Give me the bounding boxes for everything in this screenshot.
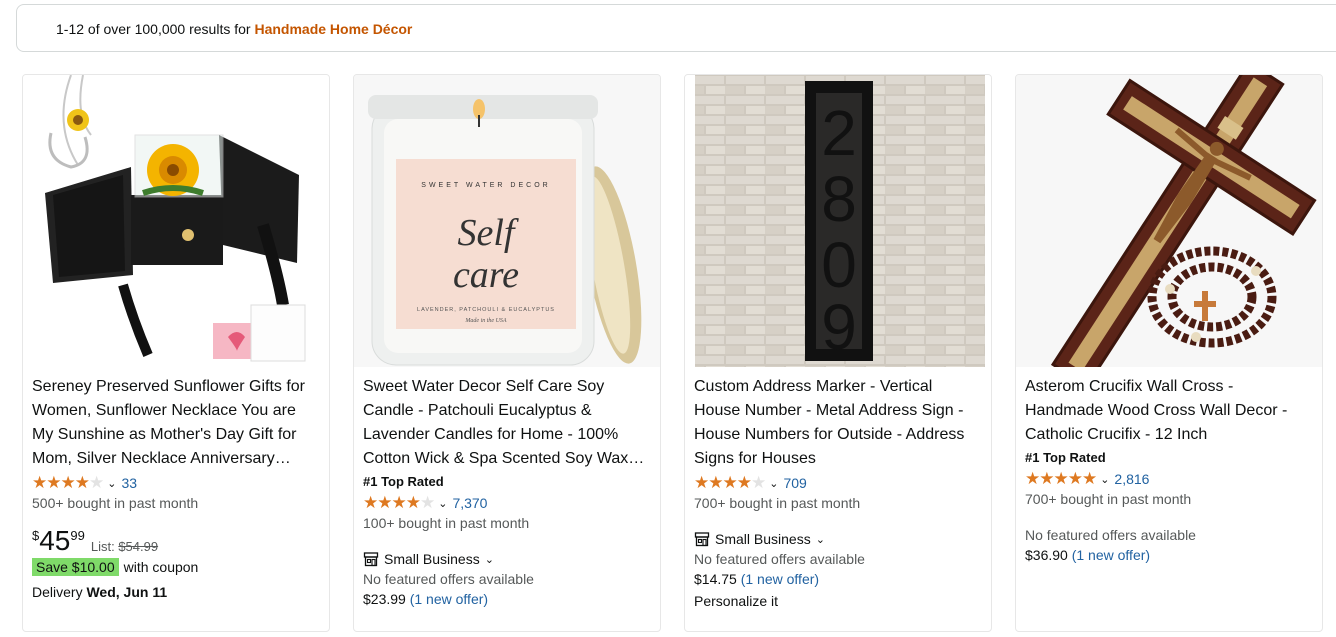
new-offer-link[interactable]: (1 new offer) [410,591,488,607]
product-rating-4[interactable]: ★★★★★ ⌄ 2,816 [1025,469,1312,489]
bought-in-past-month: 500+ bought in past month [32,495,199,511]
sign-digit-2: 8 [821,163,857,235]
product-image-1[interactable] [23,75,329,367]
small-business-badge[interactable]: Small Business ⌄ [363,549,650,569]
candle-name-line-1: Self [458,212,519,254]
sign-digit-4: 9 [821,291,857,363]
new-offer-link[interactable]: (1 new offer) [741,571,819,587]
product-title-1[interactable]: Sereney Preserved Sunflower Gifts for Wo… [32,375,319,471]
rating-count-link[interactable]: 2,816 [1114,471,1149,487]
personalize-label: Personalize it [694,593,779,609]
rating-count-link[interactable]: 33 [121,475,137,491]
star-rating-icons: ★★★★★ [32,473,104,492]
price-symbol: $ [32,528,40,543]
new-offer-link[interactable]: (1 new offer) [1072,547,1150,563]
sign-digit-1: 2 [821,97,857,169]
bought-in-past-month: 700+ bought in past month [1025,491,1192,507]
price-whole: 45 [39,525,71,556]
top-rated-badge: #1 Top Rated [1025,450,1106,465]
offer-price: $36.90 [1025,547,1068,563]
product-card-2: SWEET WATER DECOR Self care LAVENDER, PA… [353,74,661,632]
no-featured-offers: No featured offers available [363,571,534,587]
candle-brand-text: SWEET WATER DECOR [421,182,550,189]
candle-notes-text: LAVENDER, PATCHOULI & EUCALYPTUS [417,307,555,313]
product-title-3[interactable]: Custom Address Marker - Vertical House N… [694,375,981,471]
small-business-badge[interactable]: Small Business ⌄ [694,529,981,549]
small-business-icon [694,532,710,547]
product-details-1: Sereney Preserved Sunflower Gifts for Wo… [32,375,319,600]
price-row[interactable]: $ 45 99 List: $54.99 [32,527,319,555]
chevron-down-icon: ⌄ [815,533,825,546]
no-featured-offers: No featured offers available [694,551,865,567]
product-details-2: Sweet Water Decor Self Care Soy Candle -… [363,375,650,609]
offer-price: $14.75 [694,571,737,587]
chevron-down-icon: ⌄ [438,497,448,510]
delivery-date: Wed, Jun 11 [86,584,168,600]
product-card-1: Sereney Preserved Sunflower Gifts for Wo… [22,74,330,632]
candle-origin-text: Made in the USA [464,318,506,324]
crucifix-image [1050,75,1317,367]
list-price-amount: $54.99 [118,539,159,554]
product-image-3[interactable]: 2 8 0 9 [685,75,991,367]
delivery-label: Delivery [32,584,83,600]
small-business-label: Small Business [384,551,480,567]
no-featured-offers: No featured offers available [1025,527,1196,543]
delivery-info: Delivery Wed, Jun 11 [32,584,319,600]
product-details-4: Asterom Crucifix Wall Cross - Handmade W… [1025,375,1312,565]
star-rating-icons: ★★★★★ [363,493,435,512]
results-count-text: 1-12 of over 100,000 results for [56,21,255,37]
product-title-2[interactable]: Sweet Water Decor Self Care Soy Candle -… [363,375,650,471]
coupon-badge[interactable]: Save $10.00 [32,558,119,576]
search-query-text: Handmade Home Décor [254,21,413,37]
small-business-icon [363,552,379,567]
product-title-4[interactable]: Asterom Crucifix Wall Cross - Handmade W… [1025,375,1312,447]
offer-row: $23.99 (1 new offer) [363,589,650,609]
results-summary-bar: 1-12 of over 100,000 results for Handmad… [16,4,1336,52]
product-card-4: Asterom Crucifix Wall Cross - Handmade W… [1015,74,1323,632]
offer-row: $14.75 (1 new offer) [694,569,981,589]
offer-price: $23.99 [363,591,406,607]
chevron-down-icon: ⌄ [769,477,779,490]
chevron-down-icon: ⌄ [484,553,494,566]
product-image-2[interactable]: SWEET WATER DECOR Self care LAVENDER, PA… [354,75,660,367]
list-price: List: $54.99 [91,539,158,554]
star-rating-icons: ★★★★★ [1025,469,1097,488]
product-rating-2[interactable]: ★★★★★ ⌄ 7,370 [363,493,650,513]
price-fraction: 99 [70,528,85,543]
sunflower-gift-box-image [45,75,306,362]
coupon-text: with coupon [123,559,199,575]
product-image-4[interactable] [1016,75,1322,367]
rating-count-link[interactable]: 709 [783,475,806,491]
product-card-3: 2 8 0 9 Custom Address Marker - Vertical… [684,74,992,632]
small-business-label: Small Business [715,531,811,547]
product-details-3: Custom Address Marker - Vertical House N… [694,375,981,609]
rating-count-link[interactable]: 7,370 [452,495,487,511]
bought-in-past-month: 100+ bought in past month [363,515,530,531]
candle-name-line-2: care [453,254,519,296]
product-rating-1[interactable]: ★★★★★ ⌄ 33 [32,473,319,493]
star-rating-icons: ★★★★★ [694,473,766,492]
bought-in-past-month: 700+ bought in past month [694,495,861,511]
chevron-down-icon: ⌄ [107,477,117,490]
address-sign-image: 2 8 0 9 [695,75,985,367]
top-rated-badge: #1 Top Rated [363,474,444,489]
list-price-label: List: [90,539,115,554]
coupon-row: Save $10.00 with coupon [32,558,319,576]
chevron-down-icon: ⌄ [1100,473,1110,486]
offer-row: $36.90 (1 new offer) [1025,545,1312,565]
product-rating-3[interactable]: ★★★★★ ⌄ 709 [694,473,981,493]
candle-jar-image: SWEET WATER DECOR Self care LAVENDER, PA… [368,95,642,366]
